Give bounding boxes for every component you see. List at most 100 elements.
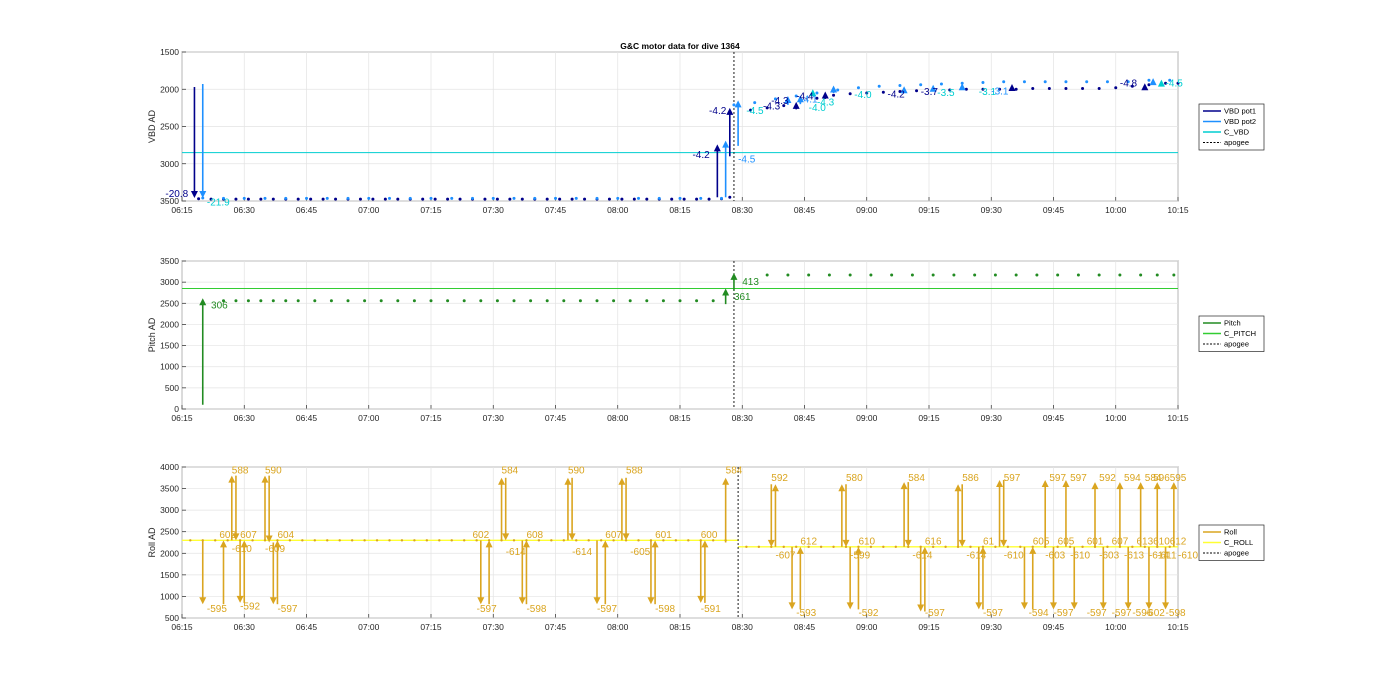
data-point [1105, 80, 1109, 84]
data-point [313, 539, 316, 542]
x-tick-label: 07:30 [483, 205, 505, 215]
data-point [296, 299, 300, 303]
x-tick-label: 08:30 [732, 205, 754, 215]
data-label: -4.5 [1166, 78, 1184, 89]
x-tick-label: 10:00 [1105, 413, 1127, 423]
data-label: -597 [983, 608, 1003, 619]
data-point [632, 197, 636, 201]
y-tick-label: 1500 [160, 47, 179, 57]
data-label: 607 [240, 530, 257, 541]
x-tick-label: 07:45 [545, 622, 567, 632]
data-point [214, 539, 217, 542]
data-label: -603 [1099, 550, 1119, 561]
y-tick-label: 2500 [160, 298, 179, 308]
data-point [981, 81, 985, 85]
data-label: -610 [232, 544, 252, 555]
data-point [765, 273, 769, 277]
x-tick-label: 09:00 [856, 413, 878, 423]
x-tick-label: 08:45 [794, 413, 816, 423]
data-point [964, 87, 968, 91]
data-label: 605 [1033, 537, 1050, 548]
data-point [699, 196, 703, 200]
y-axis-label: Pitch AD [147, 317, 157, 352]
data-point [446, 299, 450, 303]
data-point [628, 299, 632, 303]
data-point [1056, 273, 1060, 277]
data-point [832, 545, 835, 549]
data-label: -3.1 [991, 86, 1009, 97]
legend-entry: C_ROLL [1224, 538, 1253, 547]
data-label: 607 [1112, 537, 1129, 548]
data-point [645, 197, 649, 201]
x-tick-label: 09:15 [918, 205, 940, 215]
data-point [1047, 87, 1051, 91]
data-point [595, 299, 599, 303]
x-tick-label: 06:30 [234, 413, 256, 423]
data-point [919, 83, 923, 87]
data-point [491, 196, 495, 200]
x-tick-label: 07:00 [358, 413, 380, 423]
data-point [429, 299, 433, 303]
data-point [305, 196, 308, 200]
data-point [363, 299, 367, 303]
data-point [952, 273, 956, 277]
data-point [882, 545, 885, 549]
data-point [969, 545, 972, 549]
data-point [259, 299, 263, 303]
data-point [1081, 545, 1084, 549]
data-point [745, 545, 748, 549]
x-tick-label: 07:45 [545, 205, 567, 215]
data-point [674, 539, 678, 542]
x-tick-label: 07:30 [483, 622, 505, 632]
data-point [325, 196, 329, 200]
data-point [1035, 273, 1039, 277]
data-point [827, 273, 831, 277]
data-point [570, 197, 574, 201]
x-tick-label: 07:15 [420, 413, 442, 423]
data-point [678, 196, 682, 200]
data-label: -4.3 [771, 96, 789, 107]
data-label: 600 [701, 530, 718, 541]
data-label: 597 [1070, 473, 1087, 484]
data-point [574, 196, 578, 200]
data-point [877, 84, 881, 88]
data-point [881, 90, 885, 94]
data-point [910, 273, 914, 277]
x-tick-label: 09:30 [981, 413, 1003, 423]
data-point [375, 539, 379, 542]
data-point [678, 299, 682, 303]
data-point [309, 197, 313, 201]
panel-2: 06:15 06:30 06:45 07:00 07:15 07:30 07:45 08:00… [147, 256, 1265, 423]
panel-1: 06:15 06:30 06:45 07:00 07:15 07:30 07:45 08:00… [147, 47, 1265, 215]
data-label: -4.3 [817, 98, 835, 109]
data-label: -592 [858, 608, 878, 619]
data-point [753, 101, 757, 105]
data-point [529, 299, 533, 303]
y-tick-label: 3500 [160, 484, 179, 494]
x-tick-label: 08:30 [732, 413, 754, 423]
data-label: -4.5 [738, 154, 756, 165]
x-tick-label: 08:45 [794, 622, 816, 632]
data-point [363, 539, 366, 542]
data-label: 601 [1087, 537, 1104, 548]
data-point [1014, 273, 1018, 277]
figure-window: G&C motor data for dive 1364 06:15 06:30 0… [0, 0, 1400, 693]
data-point [807, 273, 811, 277]
x-tick-label: 07:00 [358, 622, 380, 632]
data-point [944, 545, 947, 549]
data-point [450, 196, 454, 200]
data-point [1022, 80, 1026, 84]
data-label: -597 [1112, 608, 1132, 619]
data-point [246, 197, 250, 201]
data-point [1085, 80, 1089, 84]
data-point [657, 196, 661, 200]
data-point [1172, 273, 1176, 277]
y-tick-label: 2000 [160, 548, 179, 558]
data-label: -592 [240, 601, 260, 612]
data-point [894, 545, 897, 549]
data-label: 613 [1137, 537, 1154, 548]
data-label: -597 [277, 604, 297, 615]
data-point [939, 82, 943, 86]
x-tick-label: 09:45 [1043, 413, 1065, 423]
x-tick-label: 08:15 [669, 622, 691, 632]
